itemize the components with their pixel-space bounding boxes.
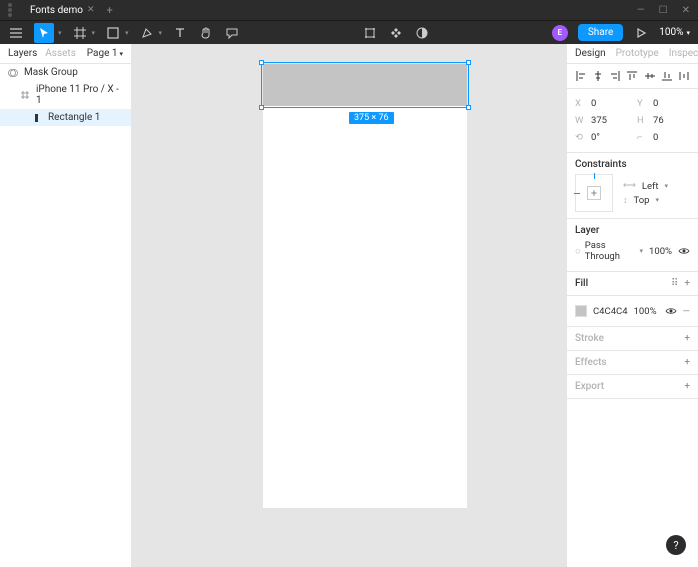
add-fill-icon[interactable]: + [684, 278, 690, 289]
file-tab[interactable]: Fonts demo ✕ [24, 3, 101, 18]
fill-opacity-input[interactable]: 100% [634, 306, 657, 317]
w-label: W [575, 115, 585, 126]
constraint-v-select[interactable]: Top [634, 195, 650, 206]
blend-mode-select[interactable]: Pass Through [585, 240, 636, 262]
fill-swatch[interactable] [575, 305, 587, 317]
figma-logo-icon [8, 3, 18, 17]
distribute-icon[interactable] [678, 70, 690, 82]
mask-icon[interactable] [414, 25, 430, 41]
chevron-down-icon[interactable]: ▾ [125, 29, 129, 37]
h-input[interactable]: 76 [653, 115, 687, 126]
radius-input[interactable]: 0 [653, 132, 687, 143]
constraint-h-select[interactable]: Left [642, 181, 659, 192]
layer-label: Rectangle 1 [48, 112, 100, 123]
align-left-icon[interactable] [575, 70, 587, 82]
align-bottom-icon[interactable] [661, 70, 673, 82]
inspector-panel: Design Prototype Inspect X0 Y0 W375 H76 [566, 44, 698, 567]
share-button[interactable]: Share [578, 24, 623, 41]
canvas[interactable]: 375 × 76 [132, 44, 566, 567]
mask-group-icon [8, 68, 18, 78]
stroke-title: Stroke [575, 333, 604, 344]
hand-tool[interactable] [198, 25, 214, 41]
effects-title: Effects [575, 357, 607, 368]
frame-tool[interactable] [72, 25, 88, 41]
tab-inspect[interactable]: Inspect [669, 48, 698, 59]
x-label: X [575, 98, 585, 109]
fill-visibility-icon[interactable] [665, 307, 677, 315]
tab-prototype[interactable]: Prototype [616, 48, 659, 59]
h-label: H [637, 115, 647, 126]
file-name: Fonts demo [30, 5, 83, 16]
frame-icon [20, 90, 30, 100]
add-effect-icon[interactable]: + [684, 357, 690, 368]
layer-mask-group[interactable]: Mask Group [0, 64, 131, 81]
rotation-input[interactable]: 0° [591, 132, 625, 143]
component-icon[interactable] [388, 25, 404, 41]
align-hcenter-icon[interactable] [592, 70, 604, 82]
align-top-icon[interactable] [626, 70, 638, 82]
tab-assets[interactable]: Assets [45, 48, 76, 59]
minimize-icon[interactable]: — [637, 5, 645, 16]
layer-label: iPhone 11 Pro / X - 1 [36, 84, 123, 106]
radius-icon: ⌐ [637, 132, 647, 143]
align-right-icon[interactable] [609, 70, 621, 82]
y-label: Y [637, 98, 647, 109]
dimension-badge: 375 × 76 [349, 112, 394, 124]
layer-section-title: Layer [575, 225, 690, 236]
present-icon[interactable] [633, 25, 649, 41]
toolbar: ▾ ▾ ▾ ▾ E Share 100%▾ [0, 20, 698, 44]
align-vcenter-icon[interactable] [644, 70, 656, 82]
comment-tool[interactable] [224, 25, 240, 41]
chevron-down-icon[interactable]: ▾ [159, 29, 163, 37]
close-icon[interactable]: ✕ [87, 5, 95, 15]
new-tab-button[interactable]: + [107, 4, 113, 17]
zoom-control[interactable]: 100%▾ [659, 27, 690, 38]
layers-panel: Layers Assets Page 1▾ Mask Group iPhone … [0, 44, 132, 567]
remove-fill-icon[interactable]: — [683, 306, 690, 317]
layer-opacity-input[interactable]: 100% [649, 246, 672, 257]
move-tool[interactable] [34, 23, 54, 43]
chevron-down-icon[interactable]: ▾ [58, 29, 62, 37]
menu-icon[interactable] [8, 25, 24, 41]
frame-select-icon[interactable] [362, 25, 378, 41]
canvas-frame[interactable] [263, 64, 467, 508]
layer-rectangle[interactable]: Rectangle 1 [0, 109, 131, 126]
constraints-widget[interactable]: + [575, 174, 613, 212]
shape-tool[interactable] [105, 25, 121, 41]
layer-label: Mask Group [24, 67, 78, 78]
close-window-icon[interactable]: ✕ [682, 5, 690, 16]
fill-title: Fill [575, 278, 588, 289]
style-icon[interactable]: ⠿ [671, 278, 678, 289]
pen-tool[interactable] [139, 25, 155, 41]
rotation-icon: ⟲ [575, 132, 585, 143]
tab-design[interactable]: Design [575, 48, 606, 59]
tab-layers[interactable]: Layers [8, 48, 37, 59]
maximize-icon[interactable]: ☐ [659, 5, 668, 16]
constraints-title: Constraints [575, 159, 690, 170]
y-input[interactable]: 0 [653, 98, 687, 109]
export-title: Export [575, 381, 604, 392]
x-input[interactable]: 0 [591, 98, 625, 109]
layer-frame[interactable]: iPhone 11 Pro / X - 1 [0, 81, 131, 109]
selection-outline [261, 62, 469, 108]
chevron-down-icon[interactable]: ▾ [92, 29, 96, 37]
w-input[interactable]: 375 [591, 115, 625, 126]
visibility-icon[interactable] [678, 247, 690, 255]
add-stroke-icon[interactable]: + [684, 333, 690, 344]
avatar[interactable]: E [552, 25, 568, 41]
titlebar: Fonts demo ✕ + — ☐ ✕ [0, 0, 698, 20]
fill-hex-input[interactable]: C4C4C4 [593, 306, 628, 317]
help-button[interactable]: ? [666, 535, 686, 555]
text-tool[interactable] [172, 25, 188, 41]
rect-icon [32, 113, 42, 123]
add-export-icon[interactable]: + [684, 381, 690, 392]
page-selector[interactable]: Page 1▾ [87, 48, 123, 59]
